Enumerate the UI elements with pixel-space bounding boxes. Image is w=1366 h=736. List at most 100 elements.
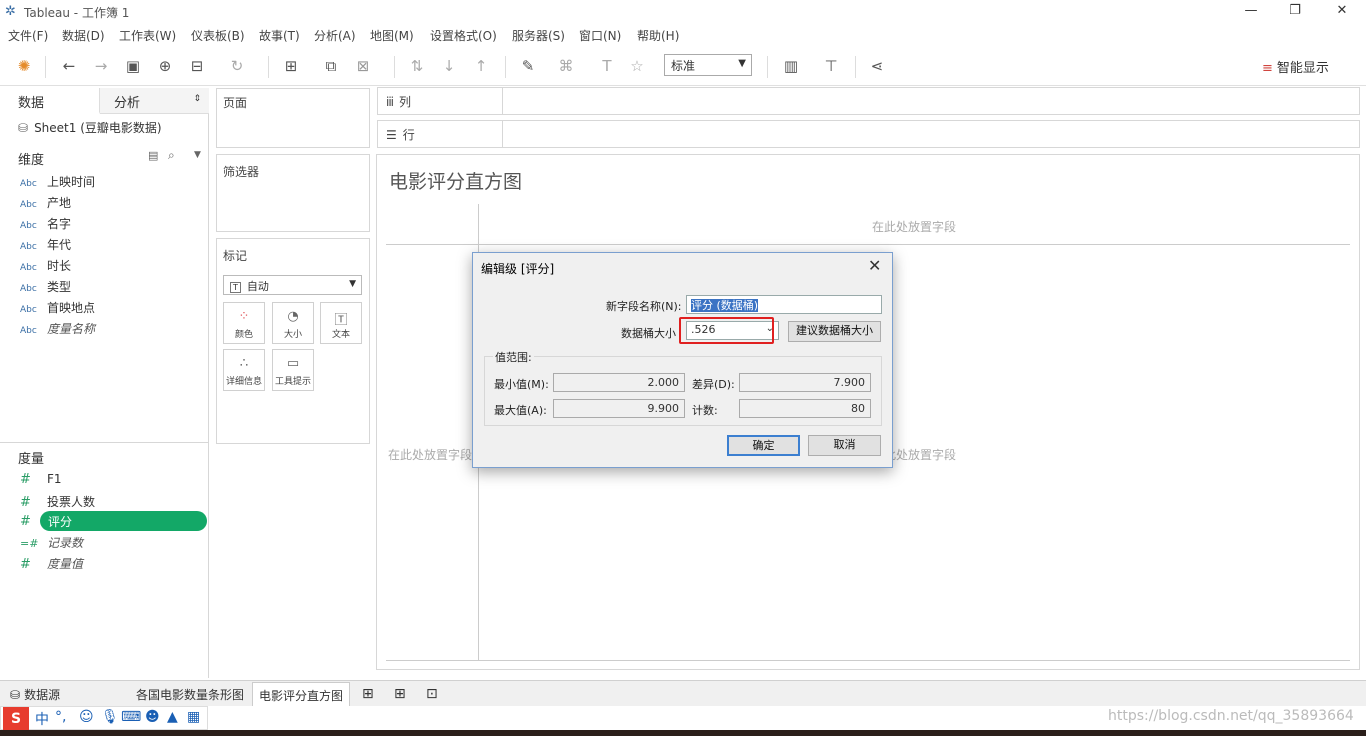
menu-server[interactable]: 服务器(S): [512, 27, 565, 44]
fit-select[interactable]: 标准 ▼: [664, 54, 752, 76]
cancel-button[interactable]: 取消: [808, 435, 881, 456]
measure-field-selected[interactable]: 评分: [40, 511, 207, 531]
dimensions-header: 维度: [18, 153, 45, 168]
columns-shelf[interactable]: iii 列: [377, 87, 1360, 115]
new-dashboard-icon[interactable]: ⊞: [388, 682, 412, 706]
tooltip-icon: ▭: [286, 356, 300, 371]
new-field-name-input[interactable]: 评分 (数据桶): [686, 295, 882, 314]
pin-icon[interactable]: ☆: [626, 56, 648, 76]
measure-field[interactable]: # F1: [20, 472, 62, 492]
menu-window[interactable]: 窗口(N): [579, 27, 621, 44]
dimension-field[interactable]: Abc 类型: [20, 278, 71, 298]
text-icon: 🅃: [334, 313, 348, 328]
size-mark-button[interactable]: ◔ 大小: [272, 302, 314, 344]
pause-updates-icon[interactable]: ⊟: [186, 56, 208, 76]
dimension-field[interactable]: Abc 度量名称: [20, 320, 95, 340]
pages-shelf[interactable]: 页面: [216, 88, 370, 148]
measure-field[interactable]: =# 记录数: [20, 534, 83, 554]
mic-icon[interactable]: 🎙: [101, 709, 119, 725]
menu-help[interactable]: 帮助(H): [637, 27, 679, 44]
sogou-logo[interactable]: S: [3, 707, 29, 731]
sort-asc-icon[interactable]: ↓: [438, 56, 460, 76]
mark-type-select[interactable]: T 自动 ▼: [223, 275, 362, 295]
highlight-icon[interactable]: ✎: [517, 56, 539, 76]
keyboard-icon[interactable]: ⌨: [121, 709, 141, 725]
tab-data[interactable]: 数据: [0, 88, 100, 114]
view-title: 电影评分直方图: [389, 171, 523, 193]
tab-analysis[interactable]: 分析 ⇕: [100, 88, 209, 114]
skin-icon[interactable]: ▲: [167, 709, 178, 725]
chevron-down-icon[interactable]: ▼: [194, 150, 201, 160]
refresh-icon[interactable]: ↻: [226, 56, 248, 76]
dimension-field[interactable]: Abc 产地: [20, 194, 71, 214]
restore-button[interactable]: ❐: [1280, 2, 1310, 22]
tableau-logo-icon: ✲: [5, 4, 16, 19]
menu-worksheet[interactable]: 工作表(W): [119, 27, 176, 44]
close-button[interactable]: ✕: [1327, 2, 1357, 22]
text-mark-button[interactable]: 🅃 文本: [320, 302, 362, 344]
dimension-field[interactable]: Abc 上映时间: [20, 173, 95, 193]
updown-icon: ⇕: [193, 94, 201, 104]
menu-format[interactable]: 设置格式(O): [430, 27, 497, 44]
dimension-field[interactable]: Abc 年代: [20, 236, 71, 256]
suggest-bin-size-button[interactable]: 建议数据桶大小: [788, 321, 881, 342]
minimize-button[interactable]: —: [1236, 2, 1266, 22]
menu-data[interactable]: 数据(D): [62, 27, 105, 44]
menu-analysis[interactable]: 分析(A): [314, 27, 356, 44]
sheet-tab[interactable]: 各国电影数量条形图: [130, 682, 250, 706]
menu-dashboard[interactable]: 仪表板(B): [191, 27, 245, 44]
save-icon[interactable]: ▣: [122, 56, 144, 76]
chevron-down-icon: ▼: [349, 279, 356, 289]
show-cards-icon[interactable]: ▥: [780, 56, 802, 76]
diff-label: 差异(D):: [692, 378, 735, 391]
smart-show-icon: ≡: [1262, 61, 1273, 76]
measure-field[interactable]: # 投票人数: [20, 493, 95, 513]
menu-map[interactable]: 地图(M): [370, 27, 414, 44]
dialog-close-icon[interactable]: ✕: [868, 256, 881, 275]
emoji-icon[interactable]: ☺: [79, 709, 94, 725]
filters-shelf[interactable]: 筛选器: [216, 154, 370, 232]
list-view-icon[interactable]: ▤: [148, 149, 158, 162]
redo-icon[interactable]: →: [90, 56, 112, 76]
drop-zone-rows[interactable]: 在此处放置字段: [388, 446, 472, 463]
menu-story[interactable]: 故事(T): [259, 27, 300, 44]
detail-mark-button[interactable]: ∴ 详细信息: [223, 349, 265, 391]
new-story-icon[interactable]: ⊡: [420, 682, 444, 706]
user-icon[interactable]: ☻: [145, 709, 160, 725]
new-datasource-icon[interactable]: ⊕: [154, 56, 176, 76]
undo-icon[interactable]: ←: [58, 56, 80, 76]
dimension-field[interactable]: Abc 名字: [20, 215, 71, 235]
clear-sheet-icon[interactable]: ⊠: [352, 56, 374, 76]
smart-show-button[interactable]: ≡ 智能显示: [1262, 57, 1329, 76]
menu-grid-icon[interactable]: ▦: [187, 709, 200, 725]
menu-file[interactable]: 文件(F): [8, 27, 48, 44]
share-icon[interactable]: ⋖: [866, 56, 888, 76]
duplicate-sheet-icon[interactable]: ⧉: [320, 56, 342, 76]
label-icon[interactable]: T: [596, 56, 618, 76]
tableau-icon[interactable]: ✺: [13, 56, 35, 76]
new-worksheet-icon[interactable]: ⊞: [280, 56, 302, 76]
punctuation-icon[interactable]: °,: [55, 709, 66, 725]
rows-shelf[interactable]: ☰ 行: [377, 120, 1360, 148]
tooltip-mark-button[interactable]: ▭ 工具提示: [272, 349, 314, 391]
color-icon: ⁘: [238, 309, 250, 324]
sort-desc-icon[interactable]: ↑: [470, 56, 492, 76]
drop-zone-columns[interactable]: 在此处放置字段: [872, 218, 956, 235]
dimension-field[interactable]: Abc 首映地点: [20, 299, 95, 319]
new-worksheet-icon[interactable]: ⊞: [356, 682, 380, 706]
measure-field[interactable]: # 度量值: [20, 555, 83, 575]
search-icon[interactable]: ⌕: [168, 148, 175, 163]
max-value: 9.900: [553, 399, 685, 418]
color-mark-button[interactable]: ⁘ 颜色: [223, 302, 265, 344]
swap-icon[interactable]: ⇅: [406, 56, 428, 76]
dimension-field[interactable]: Abc 时长: [20, 257, 71, 277]
datasource-item[interactable]: ⛁ Sheet1 (豆瓣电影数据): [18, 119, 162, 136]
min-value: 2.000: [553, 373, 685, 392]
value-range-label: 值范围:: [493, 349, 534, 365]
presentation-icon[interactable]: ⊤: [820, 56, 842, 76]
sheet-tab-active[interactable]: 电影评分直方图: [252, 682, 351, 706]
group-icon[interactable]: ⌘: [555, 56, 577, 76]
ok-button[interactable]: 确定: [727, 435, 800, 456]
datasource-tab[interactable]: ⛁ 数据源: [4, 682, 66, 706]
ime-lang[interactable]: 中: [35, 709, 49, 729]
